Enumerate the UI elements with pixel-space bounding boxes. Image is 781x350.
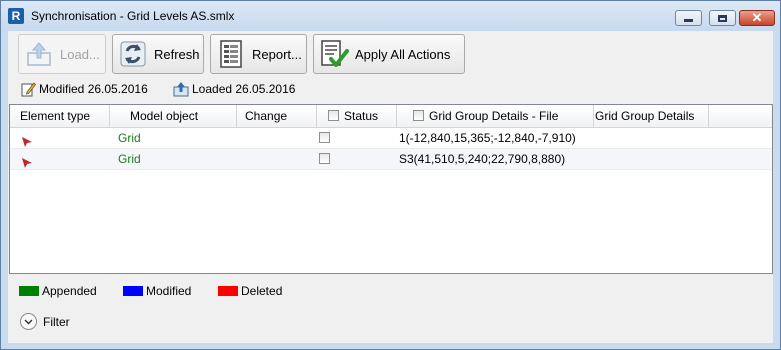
report-icon — [216, 39, 246, 69]
file-details-header-checkbox[interactable] — [413, 110, 424, 122]
column-header-change[interactable]: Change — [237, 105, 317, 127]
column-header-model-object[interactable]: Model object — [110, 105, 237, 127]
minimize-icon — [676, 11, 701, 25]
appended-swatch — [19, 286, 39, 296]
status-header-checkbox[interactable] — [328, 110, 339, 122]
legend-appended: Appended — [19, 284, 97, 298]
column-header-grid-group-details-file[interactable]: Grid Group Details - File — [397, 105, 594, 127]
filter-label: Filter — [43, 314, 70, 329]
dialog-body: Load... Refresh Report... Apply All Acti… — [8, 31, 773, 343]
revit-app-icon: R — [8, 8, 24, 24]
table-header: Element type Model object Change Status … — [10, 105, 772, 128]
load-label: Load... — [60, 46, 100, 62]
apply-all-actions-button[interactable]: Apply All Actions — [313, 34, 465, 74]
report-label: Report... — [252, 46, 302, 62]
close-icon: ✕ — [751, 10, 763, 25]
loaded-info: Loaded 26.05.2016 — [173, 81, 295, 97]
maximize-icon — [710, 11, 735, 25]
refresh-label: Refresh — [154, 46, 200, 62]
chevron-down-icon — [20, 313, 37, 330]
column-header-status[interactable]: Status — [317, 105, 397, 127]
column-header-grid-group-details[interactable]: Grid Group Details — [594, 105, 709, 127]
close-button[interactable]: ✕ — [739, 10, 775, 26]
load-button[interactable]: Load... — [18, 34, 106, 74]
column-header-element-type[interactable]: Element type — [10, 105, 110, 127]
window-title: Synchronisation - Grid Levels AS.smlx — [31, 9, 235, 23]
file-details-cell: S3(41,510,5,240;22,790,8,880) — [399, 152, 566, 166]
loaded-date: Loaded 26.05.2016 — [192, 82, 296, 96]
table-row[interactable]: Grid S3(41,510,5,240;22,790,8,880) — [10, 149, 772, 170]
legend-deleted: Deleted — [218, 284, 282, 298]
appended-label: Appended — [42, 284, 97, 298]
modified-date: Modified 26.05.2016 — [39, 82, 148, 96]
edit-document-icon — [21, 82, 36, 97]
modified-label: Modified — [146, 284, 192, 298]
file-details-cell: 1(-12,840,15,365;-12,840,-7,910) — [399, 131, 576, 145]
synchronisation-window: R Synchronisation - Grid Levels AS.smlx … — [0, 0, 781, 350]
minimize-button[interactable] — [675, 10, 702, 26]
model-object-cell: Grid — [118, 152, 141, 166]
deleted-label: Deleted — [241, 284, 283, 298]
modified-info: Modified 26.05.2016 — [20, 81, 148, 97]
load-document-icon — [173, 82, 189, 97]
load-icon — [24, 39, 54, 69]
filter-expander[interactable]: Filter — [20, 313, 70, 330]
modified-swatch — [123, 286, 143, 296]
synchronisation-table[interactable]: Element type Model object Change Status … — [9, 104, 773, 274]
row-status-checkbox[interactable] — [319, 132, 330, 143]
deleted-swatch — [218, 286, 238, 296]
legend-modified: Modified — [123, 284, 191, 298]
refresh-icon — [118, 39, 148, 69]
model-object-cell: Grid — [118, 131, 141, 145]
apply-checkmark-document-icon — [319, 39, 349, 69]
row-status-checkbox[interactable] — [319, 153, 330, 164]
refresh-button[interactable]: Refresh — [112, 34, 204, 74]
maximize-button[interactable] — [709, 10, 736, 26]
apply-all-actions-label: Apply All Actions — [355, 46, 451, 62]
grid-element-icon — [22, 158, 32, 168]
title-bar[interactable]: R Synchronisation - Grid Levels AS.smlx … — [1, 1, 780, 31]
table-row[interactable]: Grid 1(-12,840,15,365;-12,840,-7,910) — [10, 128, 772, 149]
report-button[interactable]: Report... — [210, 34, 307, 74]
